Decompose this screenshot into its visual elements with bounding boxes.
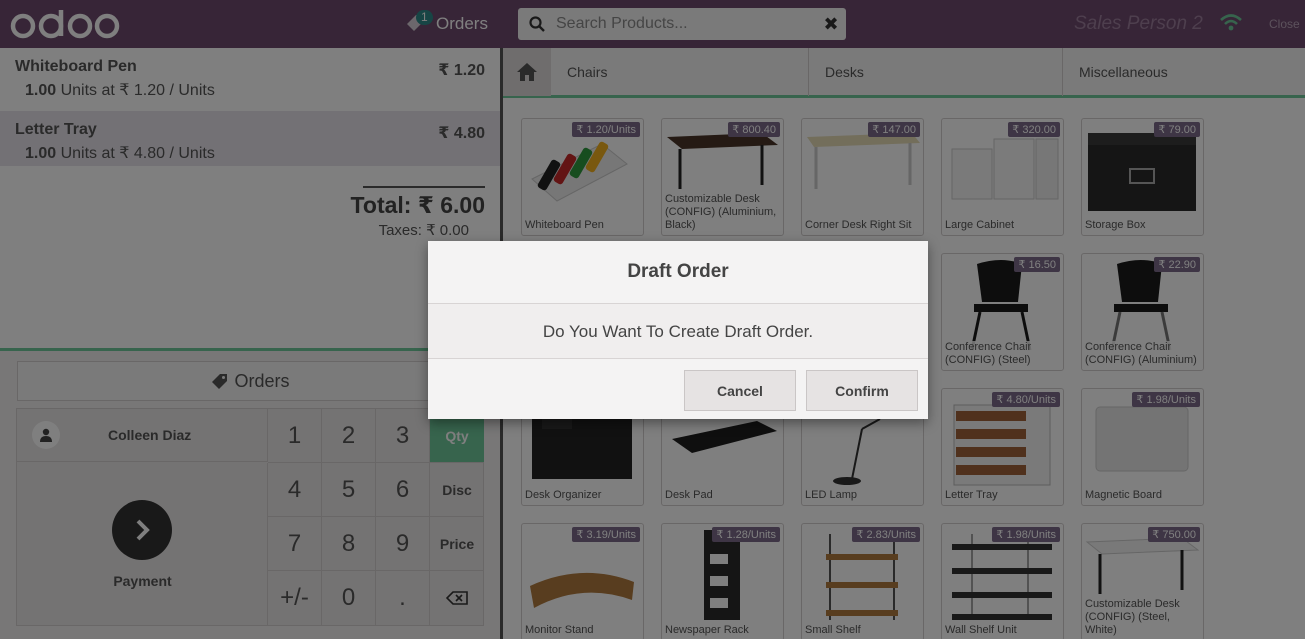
confirm-button[interactable]: Confirm: [806, 370, 918, 411]
dialog-footer: Cancel Confirm: [428, 358, 928, 419]
draft-order-dialog: Draft Order Do You Want To Create Draft …: [428, 241, 928, 419]
cancel-button[interactable]: Cancel: [684, 370, 796, 411]
dialog-title: Draft Order: [428, 241, 928, 304]
dialog-message: Do You Want To Create Draft Order.: [542, 321, 814, 341]
